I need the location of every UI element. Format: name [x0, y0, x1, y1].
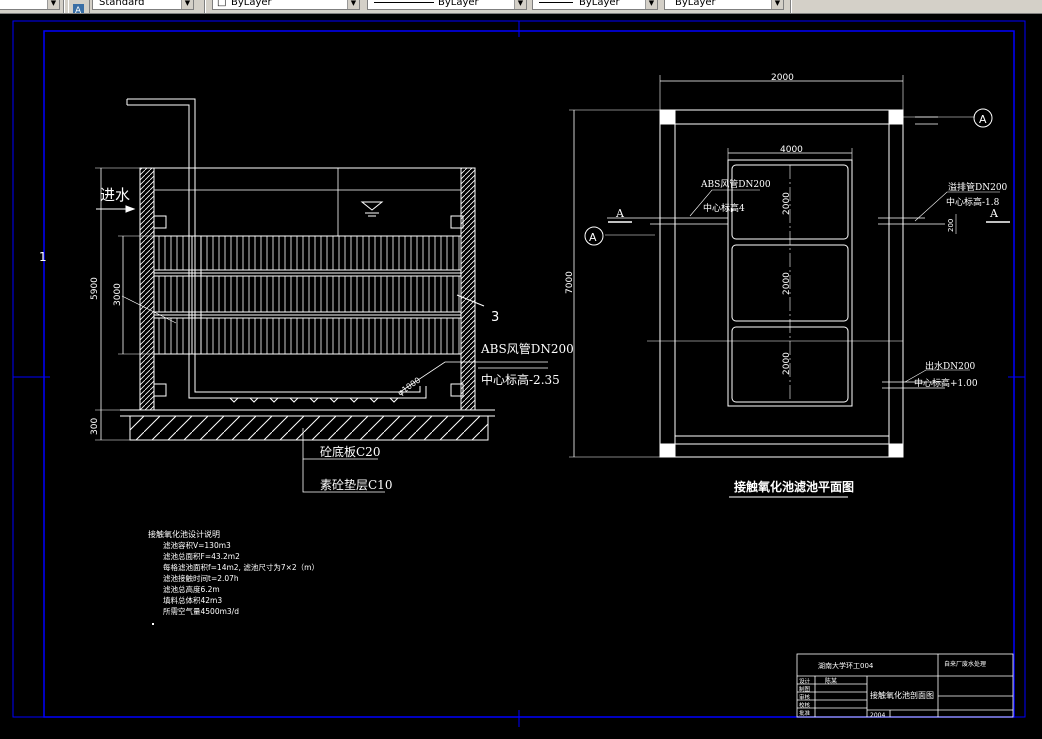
corbel: [153, 383, 167, 397]
inlet-label: 进水: [100, 186, 130, 204]
notes-line: 填料总体积42m3: [163, 595, 222, 605]
color-control-dropdown[interactable]: □ ByLayer ▼: [212, 0, 360, 10]
plotstyle-control-dropdown[interactable]: ByLayer ▼: [664, 0, 784, 10]
toolbar-separator: [790, 0, 792, 13]
plan-abs-pipe-label: ABS风管DN200: [700, 178, 771, 190]
pipe-diameter-label: φ1000: [396, 376, 422, 398]
cell-dim-3: 2000: [782, 352, 792, 375]
chevron-down-icon: ▼: [347, 0, 359, 9]
title-block-row-label: 批准: [799, 709, 811, 717]
media-layer: [153, 275, 462, 313]
lineweight-preview: [539, 2, 573, 3]
text-style-manager-button[interactable]: A: [68, 0, 90, 13]
color-swatch-icon: □: [217, 0, 227, 8]
plan-abs-elev-label: 中心标高4: [703, 202, 745, 214]
title-block-school: 湖南大学环工004: [818, 661, 874, 670]
callout-3: 3: [491, 310, 499, 325]
water-level-symbol: [360, 201, 384, 211]
plotstyle-value: ByLayer: [675, 0, 716, 8]
corbel: [153, 215, 167, 229]
media-layer: [153, 317, 462, 355]
chevron-down-icon: ▼: [514, 0, 526, 9]
chevron-down-icon: ▼: [771, 0, 783, 9]
text-style-value: Standard: [99, 0, 145, 8]
linetype-preview: [374, 2, 434, 3]
dim-5900: 5900: [90, 277, 100, 300]
outlet-pipe-label: 出水DN200: [925, 360, 976, 372]
section-mark-letter: A: [589, 231, 597, 244]
title-block-row-label: 设计: [799, 677, 811, 685]
right-wall: [460, 167, 476, 411]
drawing-canvas[interactable]: 1 进水 3 5900 3000 300 φ1000 ABS风管DN200 中心…: [0, 14, 1042, 739]
margin-number: 1: [39, 250, 47, 264]
chevron-down-icon: ▼: [645, 0, 657, 9]
title-block-drawing-no: 2004: [870, 712, 885, 719]
title-block-row-label: 校核: [799, 701, 811, 709]
toolbar-separator: [63, 0, 65, 13]
notes-line: 滤池容积V=130m3: [163, 540, 231, 550]
linetype-value: ByLayer: [438, 0, 479, 8]
title-block-drawing-title: 接触氧化池剖面图: [870, 690, 934, 700]
text-style-dropdown[interactable]: Standard ▼: [92, 0, 194, 10]
title-block-row-label: 制图: [799, 685, 811, 693]
drain-elev-label: 中心标高-1.8: [946, 196, 1000, 208]
notes-line: 滤池总面积F=43.2m2: [163, 551, 240, 561]
properties-toolbar: ▼ A Standard ▼ □ ByLayer ▼ ByLayer ▼ ByL…: [0, 0, 1042, 14]
dim-200: 200: [947, 219, 955, 232]
color-value: ByLayer: [231, 0, 272, 8]
center-elevation-label: 中心标高-2.35: [481, 372, 560, 387]
outlet-elev-label: 中心标高+1.00: [914, 377, 978, 389]
section-cut-letter: A: [989, 207, 999, 220]
toolbar-separator: [204, 0, 206, 13]
chevron-down-icon: ▼: [47, 0, 59, 9]
dim-inner: 4000: [780, 145, 803, 155]
media-layer: [153, 235, 462, 271]
title-block-row-label: 审核: [799, 693, 811, 701]
lineweight-value: ByLayer: [579, 0, 620, 8]
chevron-down-icon: ▼: [181, 0, 193, 9]
cell-dim-2: 2000: [782, 272, 792, 295]
diffuser-nozzles: [229, 397, 399, 403]
notes-line: 滤池接触时间t=2.07h: [163, 573, 239, 583]
left-wall: [139, 167, 155, 411]
abs-pipe-label: ABS风管DN200: [480, 341, 574, 356]
notes-line: 每格滤池面积f=14m2, 滤池尺寸为7×2（m）: [163, 562, 319, 572]
drain-pipe-label: 溢排管DN200: [948, 181, 1008, 193]
cushion-label: 素砼垫层C10: [320, 477, 392, 492]
lineweight-control-dropdown[interactable]: ByLayer ▼: [532, 0, 658, 10]
soil-cushion-hatch: [129, 415, 489, 441]
layer-state-dropdown[interactable]: ▼: [0, 0, 60, 10]
section-mark-letter: A: [979, 113, 987, 126]
svg-text:A: A: [75, 6, 82, 14]
cell-dim-1: 2000: [782, 192, 792, 215]
dim-300: 300: [90, 418, 100, 435]
tank-section-view[interactable]: [95, 98, 548, 493]
dim-3000: 3000: [113, 283, 123, 306]
title-block-designer: 陈某: [825, 677, 837, 685]
dim-left: 7000: [565, 271, 575, 294]
dim-top: 2000: [771, 73, 794, 83]
notes-line: 滤池总高度6.2m: [163, 584, 220, 594]
title-block: 湖南大学环工004 自来厂废水处理 接触氧化池剖面图 设计 制图 审核 校核 批…: [796, 653, 1014, 719]
plan-title: 接触氧化池滤池平面图: [734, 479, 854, 494]
notes-title: 接触氧化池设计说明: [148, 529, 220, 539]
text-style-icon: A: [73, 4, 84, 14]
notes-line: 所需空气量4500m3/d: [163, 606, 239, 616]
plan-labels: 2000 4000 7000 2000 2000 2000 200 A A A …: [565, 73, 1008, 494]
design-notes: 接触氧化池设计说明 滤池容积V=130m3 滤池总面积F=43.2m2 每格滤池…: [148, 529, 319, 625]
title-block-project: 自来厂废水处理: [944, 660, 986, 668]
linetype-control-dropdown[interactable]: ByLayer ▼: [367, 0, 527, 10]
section-cut-letter: A: [615, 207, 625, 220]
slab-label: 砼底板C20: [320, 444, 380, 459]
